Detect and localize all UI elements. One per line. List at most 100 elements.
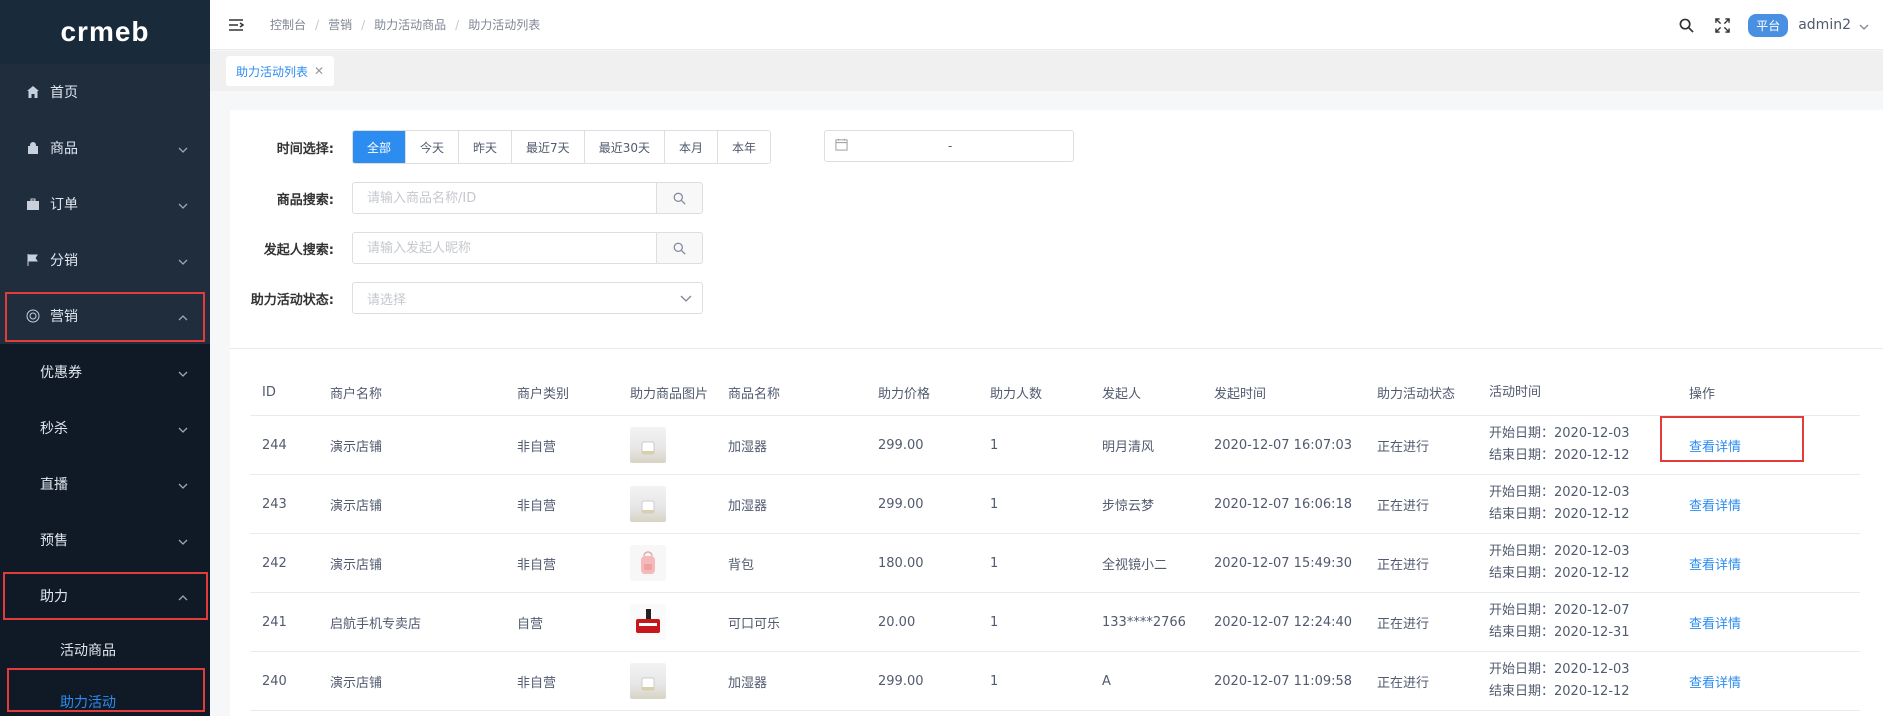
humidifier-image[interactable] [630, 486, 666, 522]
briefcase-icon [24, 195, 42, 213]
cell-status: 正在进行 [1377, 616, 1430, 632]
cell-product-name: 加湿器 [728, 498, 768, 514]
sidebar-item-home[interactable]: 首页 [0, 64, 210, 120]
view-details-link[interactable]: 查看详情 [1689, 617, 1741, 632]
column-header: 助力活动状态 [1377, 387, 1456, 402]
backpack-image[interactable] [630, 545, 666, 581]
cell-time: 2020-12-07 11:09:58 [1214, 673, 1353, 689]
tabs-bar: 助力活动列表 ✕ [210, 51, 1883, 91]
cell-merchant-type: 非自营 [517, 557, 557, 573]
cell-product-name: 加湿器 [728, 439, 768, 455]
cell-id: 244 [262, 437, 287, 453]
cell-id: 243 [262, 496, 287, 512]
breadcrumb-separator: / [455, 17, 460, 32]
chevron-down-icon [178, 198, 188, 214]
menu-collapse-icon[interactable] [226, 15, 246, 35]
breadcrumb: 控制台 / 营销 / 助力活动商品 / 助力活动列表 [270, 16, 540, 33]
status-select[interactable]: 请选择 [352, 282, 703, 314]
cell-image [618, 486, 716, 522]
initiator-search-input[interactable] [352, 232, 657, 264]
cell-merchant-type: 非自营 [517, 439, 557, 455]
chevron-down-icon[interactable] [1859, 16, 1869, 35]
chevron-down-icon [178, 534, 188, 550]
view-details-link[interactable]: 查看详情 [1689, 558, 1741, 573]
marketing-submenu: 优惠券 秒杀 直播 预售 助力 活动商品 助力活动 [0, 344, 210, 716]
sidebar-item-assist-activity[interactable]: 助力活动 [0, 676, 210, 716]
search-button[interactable] [657, 182, 703, 214]
time-option-month[interactable]: 本月 [664, 131, 718, 163]
search-button[interactable] [657, 232, 703, 264]
cell-time: 2020-12-07 16:07:03 [1214, 437, 1353, 453]
cell-status: 正在进行 [1377, 557, 1430, 573]
cola-image[interactable] [630, 604, 666, 640]
chevron-down-icon [178, 142, 188, 158]
breadcrumb-item[interactable]: 助力活动商品 [374, 16, 446, 33]
period-start: 开始日期：2020-12-03 [1489, 426, 1630, 441]
column-header: ID [262, 385, 276, 400]
time-option-30days[interactable]: 最近30天 [584, 131, 665, 163]
period-end: 结束日期：2020-12-12 [1489, 448, 1630, 463]
column-header: 助力商品图片 [630, 387, 709, 402]
sidebar-item-activity-products[interactable]: 活动商品 [0, 624, 210, 676]
sidebar-item-order[interactable]: 订单 [0, 176, 210, 232]
column-header: 操作 [1689, 387, 1716, 402]
cell-operation: 查看详情 [1677, 613, 1817, 632]
sidebar-item-label: 直播 [40, 477, 68, 493]
tab-assist-list[interactable]: 助力活动列表 ✕ [226, 56, 335, 86]
crmeb-logo[interactable]: crmeb [0, 0, 210, 64]
column-header: 发起时间 [1214, 387, 1267, 402]
time-filter-row: 时间选择: 全部 今天 昨天 最近7天 最近30天 本月 本年 [230, 130, 771, 164]
cell-initiator: 步惊云梦 [1102, 498, 1155, 514]
sidebar-item-coupon[interactable]: 优惠券 [0, 344, 210, 400]
date-range-picker[interactable]: - [824, 130, 1074, 162]
time-option-7days[interactable]: 最近7天 [512, 131, 585, 163]
time-option-all[interactable]: 全部 [353, 131, 407, 163]
sidebar-item-live[interactable]: 直播 [0, 456, 210, 512]
time-option-today[interactable]: 今天 [406, 131, 460, 163]
time-option-yesterday[interactable]: 昨天 [459, 131, 513, 163]
sidebar-item-seckill[interactable]: 秒杀 [0, 400, 210, 456]
sidebar-item-product[interactable]: 商品 [0, 120, 210, 176]
breadcrumb-item[interactable]: 营销 [328, 16, 352, 33]
sidebar-item-presale[interactable]: 预售 [0, 512, 210, 568]
time-option-year[interactable]: 本年 [717, 131, 770, 163]
cell-operation: 查看详情 [1677, 436, 1817, 455]
sidebar-item-label: 订单 [50, 197, 78, 213]
sidebar-item-marketing[interactable]: 营销 [0, 288, 210, 344]
humidifier-image[interactable] [630, 663, 666, 699]
user-name[interactable]: admin2 [1798, 17, 1851, 33]
cell-price: 299.00 [878, 496, 924, 512]
top-header: 控制台 / 营销 / 助力活动商品 / 助力活动列表 平台 admin2 [210, 0, 1883, 50]
period-start: 开始日期：2020-12-07 [1489, 603, 1630, 618]
cell-merchant: 启航手机专卖店 [330, 616, 422, 632]
flag-icon [24, 251, 42, 269]
cell-period: 开始日期：2020-12-03 结束日期：2020-12-12 [1477, 541, 1677, 585]
cell-price: 180.00 [878, 555, 924, 571]
sidebar-item-label: 营销 [50, 309, 78, 325]
search-icon [673, 192, 686, 205]
view-details-link[interactable]: 查看详情 [1689, 440, 1741, 455]
sidebar-item-assist[interactable]: 助力 [0, 568, 210, 624]
cell-merchant: 演示店铺 [330, 557, 383, 573]
table-row: 240 演示店铺 非自营 加湿器 299.00 1 A 2020-12-07 1… [250, 652, 1860, 711]
sidebar: crmeb 首页 商品 订单 分销 营销 优惠券 秒杀 直播 预售 助力 活动商… [0, 0, 210, 716]
cell-count: 1 [990, 673, 999, 689]
product-search-input[interactable] [352, 182, 657, 214]
sidebar-item-label: 活动商品 [60, 643, 116, 659]
cell-image [618, 545, 716, 581]
column-header: 商户名称 [330, 387, 383, 402]
breadcrumb-item[interactable]: 控制台 [270, 16, 306, 33]
view-details-link[interactable]: 查看详情 [1689, 499, 1741, 514]
cell-count: 1 [990, 437, 999, 453]
view-details-link[interactable]: 查看详情 [1689, 676, 1741, 691]
sidebar-item-distribution[interactable]: 分销 [0, 232, 210, 288]
fullscreen-icon[interactable] [1712, 15, 1732, 35]
status-filter-label: 助力活动状态: [250, 292, 334, 308]
breadcrumb-separator: / [361, 17, 366, 32]
search-icon[interactable] [1676, 15, 1696, 35]
cell-status: 正在进行 [1377, 498, 1430, 514]
chevron-down-icon [178, 366, 188, 382]
close-icon[interactable]: ✕ [314, 64, 324, 78]
period-end: 结束日期：2020-12-12 [1489, 507, 1630, 522]
humidifier-image[interactable] [630, 427, 666, 463]
